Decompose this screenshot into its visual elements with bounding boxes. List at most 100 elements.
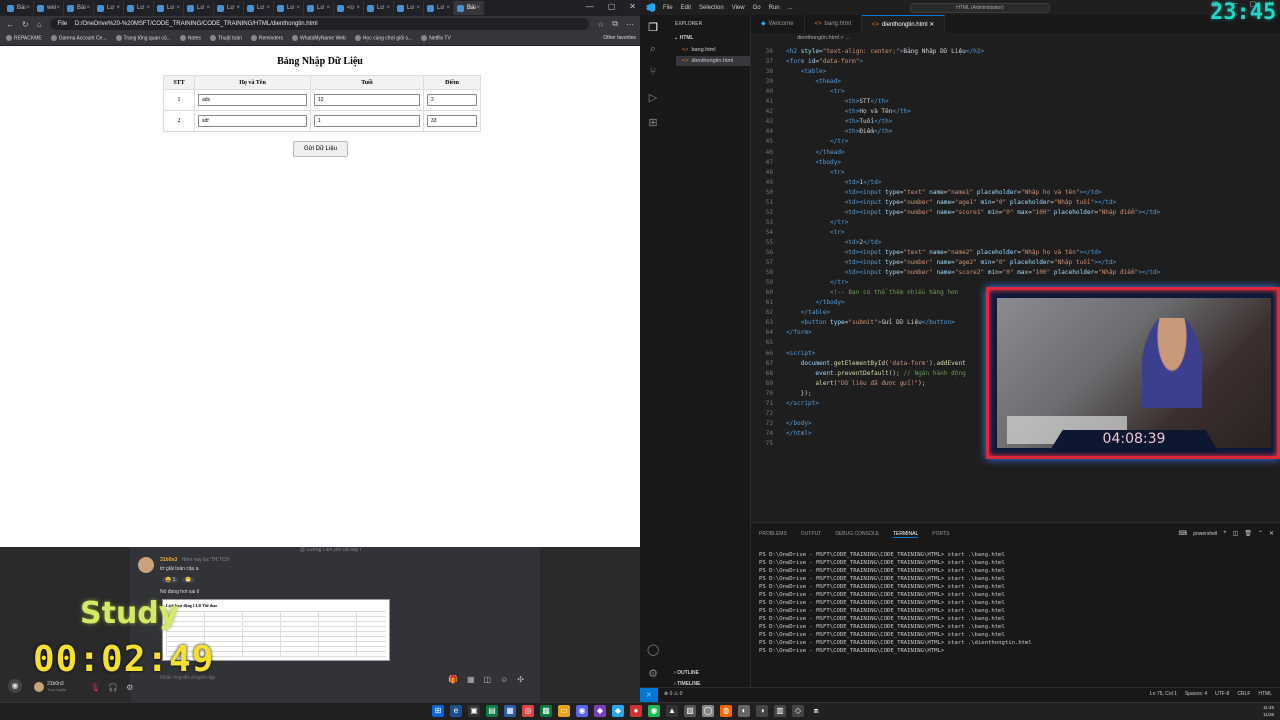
system-tray-clock[interactable]: 11:45 11/26	[1263, 704, 1274, 718]
browser-tab[interactable]: Lư ×	[304, 1, 334, 15]
task-view-icon[interactable]: ▣	[468, 705, 480, 717]
panel-tab[interactable]: DEBUG CONSOLE	[835, 531, 879, 538]
code-line[interactable]: <tr>	[786, 88, 845, 95]
app-icon[interactable]: ◇	[792, 705, 804, 717]
code-line[interactable]: <td><input type="number" name="age2" min…	[786, 259, 1117, 266]
close-tab-icon[interactable]: ×	[56, 5, 60, 11]
code-line[interactable]: <th>Điểm</th>	[786, 128, 893, 135]
code-line[interactable]: </tr>	[786, 219, 848, 226]
tab-dienthongtin-html[interactable]: <> dienthongtin.html ✕	[861, 15, 946, 33]
code-line[interactable]: <th>Tuổi</th>	[786, 118, 893, 125]
app-icon[interactable]: ⧈	[810, 705, 822, 717]
shell-name[interactable]: powershell	[1193, 530, 1217, 538]
close-tab-icon[interactable]: ×	[236, 5, 240, 11]
browser-tab[interactable]: Bài ×	[64, 1, 94, 15]
code-line[interactable]: </body>	[786, 420, 812, 427]
menu-item[interactable]: Edit	[681, 5, 691, 11]
status-item[interactable]: HTML	[1258, 691, 1272, 697]
code-line[interactable]: <th>Họ và Tên</th>	[786, 108, 911, 115]
reaction-chip[interactable]: 😄 1	[162, 577, 179, 583]
code-line[interactable]: event.preventDefault(); // Ngăn hành độn…	[786, 370, 965, 377]
file-dienthongtin-html[interactable]: <> dienthongtin.html	[676, 56, 750, 66]
status-item[interactable]: UTF-8	[1215, 691, 1229, 697]
menu-item[interactable]: Selection	[699, 5, 724, 11]
chrome-icon[interactable]: ◎	[522, 705, 534, 717]
browser-tab[interactable]: Lư ×	[124, 1, 154, 15]
code-line[interactable]: <tbody>	[786, 159, 841, 166]
code-line[interactable]: document.getElementById('data-form').add…	[786, 360, 966, 367]
search-icon[interactable]: ⌕	[647, 43, 659, 56]
code-line[interactable]: </form>	[786, 329, 812, 336]
code-line[interactable]: <button type="submit">Gửi Dữ Liệu</butto…	[786, 319, 955, 326]
browser-tab[interactable]: Lư ×	[94, 1, 124, 15]
bookmark-item[interactable]: REPACKME	[6, 35, 42, 42]
panel-tab[interactable]: TERMINAL	[892, 531, 919, 538]
menu-item[interactable]: View	[732, 5, 745, 11]
browser-tab[interactable]: Bài ×	[4, 1, 34, 15]
bookmark-item[interactable]: Học cùng chơi giỏi s...	[354, 35, 412, 42]
code-line[interactable]: <tr>	[786, 169, 845, 176]
gif-icon[interactable]: ▦	[467, 675, 475, 684]
code-line[interactable]: </tr>	[786, 138, 848, 145]
other-favorites[interactable]: Other favorites	[603, 35, 636, 41]
command-center[interactable]: HTML (Administrator)	[910, 3, 1050, 13]
bookmark-item[interactable]: Garena Account Ce...	[50, 35, 107, 42]
code-line[interactable]: </tbody>	[786, 299, 844, 306]
url-field[interactable]: File D:/OneDrive%20-%20MSFT/CODE_TRAININ…	[49, 18, 590, 30]
extensions-icon[interactable]: ⧉	[612, 19, 618, 29]
bookmark-item[interactable]: Netflix TV	[421, 35, 451, 42]
app-icon[interactable]: ◐	[738, 705, 750, 717]
file-explorer-icon[interactable]: ▭	[558, 705, 570, 717]
code-line[interactable]: </script>	[786, 400, 819, 407]
submit-button[interactable]: Gửi Dữ Liệu	[293, 141, 348, 157]
age-input[interactable]: 12	[314, 94, 420, 106]
maximize-icon[interactable]: ▢	[608, 2, 616, 11]
extensions-icon[interactable]: ⊞	[647, 116, 659, 129]
spotify-icon[interactable]: ◉	[648, 705, 660, 717]
app-icon[interactable]: ▧	[684, 705, 696, 717]
app-icon[interactable]: ●	[630, 705, 642, 717]
close-tab-icon[interactable]: ×	[356, 5, 360, 11]
bookmark-item[interactable]: WhatsMyName Web	[292, 35, 346, 42]
breadcrumb[interactable]: dienthongtin.html > ...	[751, 33, 1280, 44]
browser-tab[interactable]: Lư ×	[424, 1, 454, 15]
terminal-icon[interactable]: ⌨	[1179, 530, 1188, 538]
panel-tab[interactable]: OUTPUT	[801, 531, 822, 538]
close-tab-icon[interactable]: ×	[206, 5, 210, 11]
status-item[interactable]: CRLF	[1237, 691, 1250, 697]
code-line[interactable]: <td><input type="text" name="name2" plac…	[786, 249, 1102, 256]
code-line[interactable]: <td><input type="number" name="score1" m…	[786, 209, 1161, 216]
app-icon[interactable]: ▦	[504, 705, 516, 717]
more-icon[interactable]: ⋯	[626, 20, 634, 29]
chat-username[interactable]: 31b0n3	[160, 557, 177, 563]
score-input[interactable]: 33	[427, 115, 477, 127]
code-line[interactable]: <td><input type="text" name="name1" plac…	[786, 189, 1102, 196]
code-line[interactable]: <tr>	[786, 229, 845, 236]
remote-icon[interactable]: ⟩⟨	[640, 688, 658, 702]
run-debug-icon[interactable]: ▷	[647, 91, 659, 104]
code-line[interactable]: <td><input type="number" name="age1" min…	[786, 199, 1117, 206]
split-terminal-icon[interactable]: ◫	[1233, 530, 1239, 538]
code-line[interactable]: <!-- Bạn có thể thêm nhiều hàng hơn	[786, 289, 958, 296]
app-icon[interactable]: ▩	[540, 705, 552, 717]
code-line[interactable]: </table>	[786, 309, 830, 316]
bookmark-item[interactable]: Reminders	[250, 35, 283, 42]
code-line[interactable]: });	[786, 390, 812, 397]
code-line[interactable]: <h2 style="text-align: center;">Bảng Nhậ…	[786, 48, 984, 55]
file-bang-html[interactable]: <> bang.html	[676, 45, 750, 55]
app-icon[interactable]: ◑	[756, 705, 768, 717]
reaction-chip[interactable]: 😁	[182, 577, 195, 583]
code-line[interactable]: </thead>	[786, 149, 844, 156]
problems-count[interactable]: ⊗ 0 ⚠ 0	[664, 691, 682, 697]
code-line[interactable]: alert("Dữ liệu đã được gửi!");	[786, 380, 925, 387]
close-tab-icon[interactable]: ×	[26, 5, 30, 11]
back-icon[interactable]: ←	[6, 20, 14, 29]
avatar[interactable]	[34, 681, 44, 692]
browser-tab[interactable]: Lư ×	[364, 1, 394, 15]
gift-icon[interactable]: 🎁	[448, 675, 458, 684]
code-line[interactable]: </html>	[786, 430, 812, 437]
discord-icon[interactable]: ◉	[576, 705, 588, 717]
close-tab-icon[interactable]: ×	[296, 5, 300, 11]
home-icon[interactable]: ⌂	[37, 20, 42, 29]
close-panel-icon[interactable]: ✕	[1269, 530, 1274, 538]
